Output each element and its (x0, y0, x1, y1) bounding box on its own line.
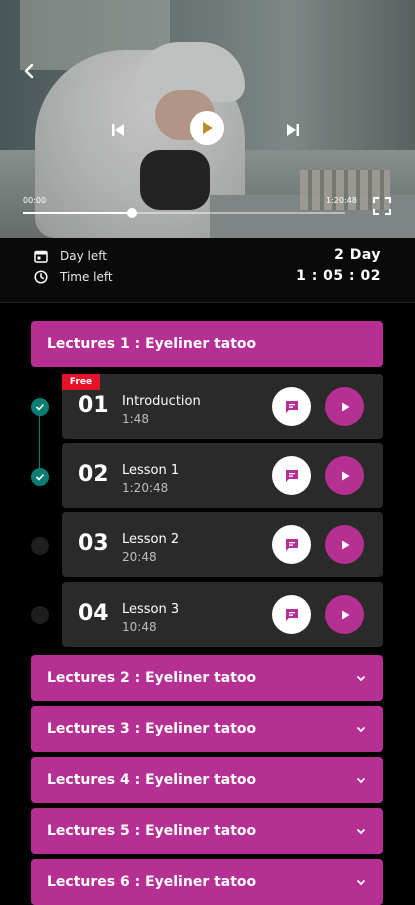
check-icon (35, 473, 45, 481)
day-left-row: Day left (34, 249, 107, 263)
play-icon (341, 540, 349, 549)
total-time: 1:20:48 (326, 196, 357, 205)
play-pause-button[interactable] (190, 111, 224, 145)
lesson-3-status (31, 537, 49, 555)
lecture-section-title: Lectures 1 : Eyeliner tatoo (47, 336, 257, 352)
play-icon (341, 471, 349, 480)
lesson-play-button[interactable] (325, 387, 364, 426)
current-time: 00:00 (23, 196, 47, 205)
lesson-chat-button[interactable] (272, 456, 311, 495)
chevron-down-icon (356, 879, 366, 886)
chevron-down-icon (356, 777, 366, 784)
lesson-card[interactable]: 03 Lesson 2 20:48 (62, 512, 383, 577)
lecture-section-4-header[interactable]: Lectures 4 : Eyeliner tatoo (31, 757, 383, 803)
back-button[interactable] (14, 56, 44, 86)
lesson-1-status (31, 398, 49, 416)
lesson-number: 02 (78, 462, 109, 487)
chevron-down-icon (356, 675, 366, 682)
progress-timeline-line (39, 415, 40, 475)
lesson-title: Lesson 3 (122, 602, 180, 617)
chevron-down-icon (356, 828, 366, 835)
chevron-down-icon (356, 726, 366, 733)
lesson-title: Lesson 1 (122, 463, 180, 478)
lesson-number: 01 (78, 393, 109, 418)
lesson-play-button[interactable] (325, 456, 364, 495)
lesson-play-button[interactable] (325, 595, 364, 634)
seek-bar-progress (23, 212, 133, 214)
skip-previous-button[interactable] (106, 118, 130, 142)
lecture-section-5-header[interactable]: Lectures 5 : Eyeliner tatoo (31, 808, 383, 854)
lesson-chat-button[interactable] (272, 525, 311, 564)
lesson-title: Introduction (122, 394, 201, 409)
lesson-duration: 1:48 (122, 412, 149, 426)
lesson-number: 03 (78, 531, 109, 556)
play-icon (341, 402, 349, 411)
lesson-title: Lesson 2 (122, 532, 180, 547)
fullscreen-icon (373, 197, 391, 215)
lecture-section-title: Lectures 5 : Eyeliner tatoo (47, 823, 257, 839)
play-icon (341, 610, 349, 619)
lesson-duration: 20:48 (122, 550, 157, 564)
lecture-section-title: Lectures 6 : Eyeliner tatoo (47, 874, 257, 890)
chat-icon (285, 400, 298, 413)
lecture-section-title: Lectures 2 : Eyeliner tatoo (47, 670, 257, 686)
lecture-section-3-header[interactable]: Lectures 3 : Eyeliner tatoo (31, 706, 383, 752)
lecture-section-title: Lectures 3 : Eyeliner tatoo (47, 721, 257, 737)
lecture-section-title: Lectures 4 : Eyeliner tatoo (47, 772, 257, 788)
clock-icon (34, 270, 48, 284)
skip-next-button[interactable] (281, 118, 305, 142)
lesson-4-status (31, 606, 49, 624)
lesson-number: 04 (78, 601, 109, 626)
lesson-card[interactable]: 02 Lesson 1 1:20:48 (62, 443, 383, 508)
chat-icon (285, 538, 298, 551)
day-left-value: 2 Day (334, 247, 381, 263)
lesson-play-button[interactable] (325, 525, 364, 564)
video-player[interactable]: 00:00 1:20:48 (0, 0, 415, 238)
lesson-duration: 10:48 (122, 620, 157, 634)
play-icon (203, 122, 213, 134)
course-time-info: Day left 2 Day Time left 1 : 05 : 02 (0, 238, 415, 303)
time-left-value: 1 : 05 : 02 (296, 268, 381, 284)
skip-next-icon (287, 124, 299, 136)
fullscreen-button[interactable] (371, 195, 393, 217)
time-left-label: Time left (60, 270, 113, 284)
check-icon (35, 403, 45, 411)
back-arrow-icon (24, 63, 34, 79)
lesson-card[interactable]: 04 Lesson 3 10:48 (62, 582, 383, 647)
day-left-label: Day left (60, 249, 107, 263)
lecture-section-6-header[interactable]: Lectures 6 : Eyeliner tatoo (31, 859, 383, 905)
free-badge: Free (62, 374, 100, 390)
chat-icon (285, 469, 298, 482)
lecture-section-2-header[interactable]: Lectures 2 : Eyeliner tatoo (31, 655, 383, 701)
calendar-icon (34, 250, 48, 263)
lesson-2-status (31, 468, 49, 486)
chat-icon (285, 608, 298, 621)
seek-bar[interactable] (23, 208, 345, 218)
skip-previous-icon (112, 124, 124, 136)
lesson-duration: 1:20:48 (122, 481, 169, 495)
lesson-chat-button[interactable] (272, 387, 311, 426)
lesson-card[interactable]: 01 Introduction 1:48 (62, 374, 383, 439)
time-left-row: Time left (34, 270, 113, 284)
lesson-chat-button[interactable] (272, 595, 311, 634)
lecture-section-1-header[interactable]: Lectures 1 : Eyeliner tatoo (31, 321, 383, 367)
